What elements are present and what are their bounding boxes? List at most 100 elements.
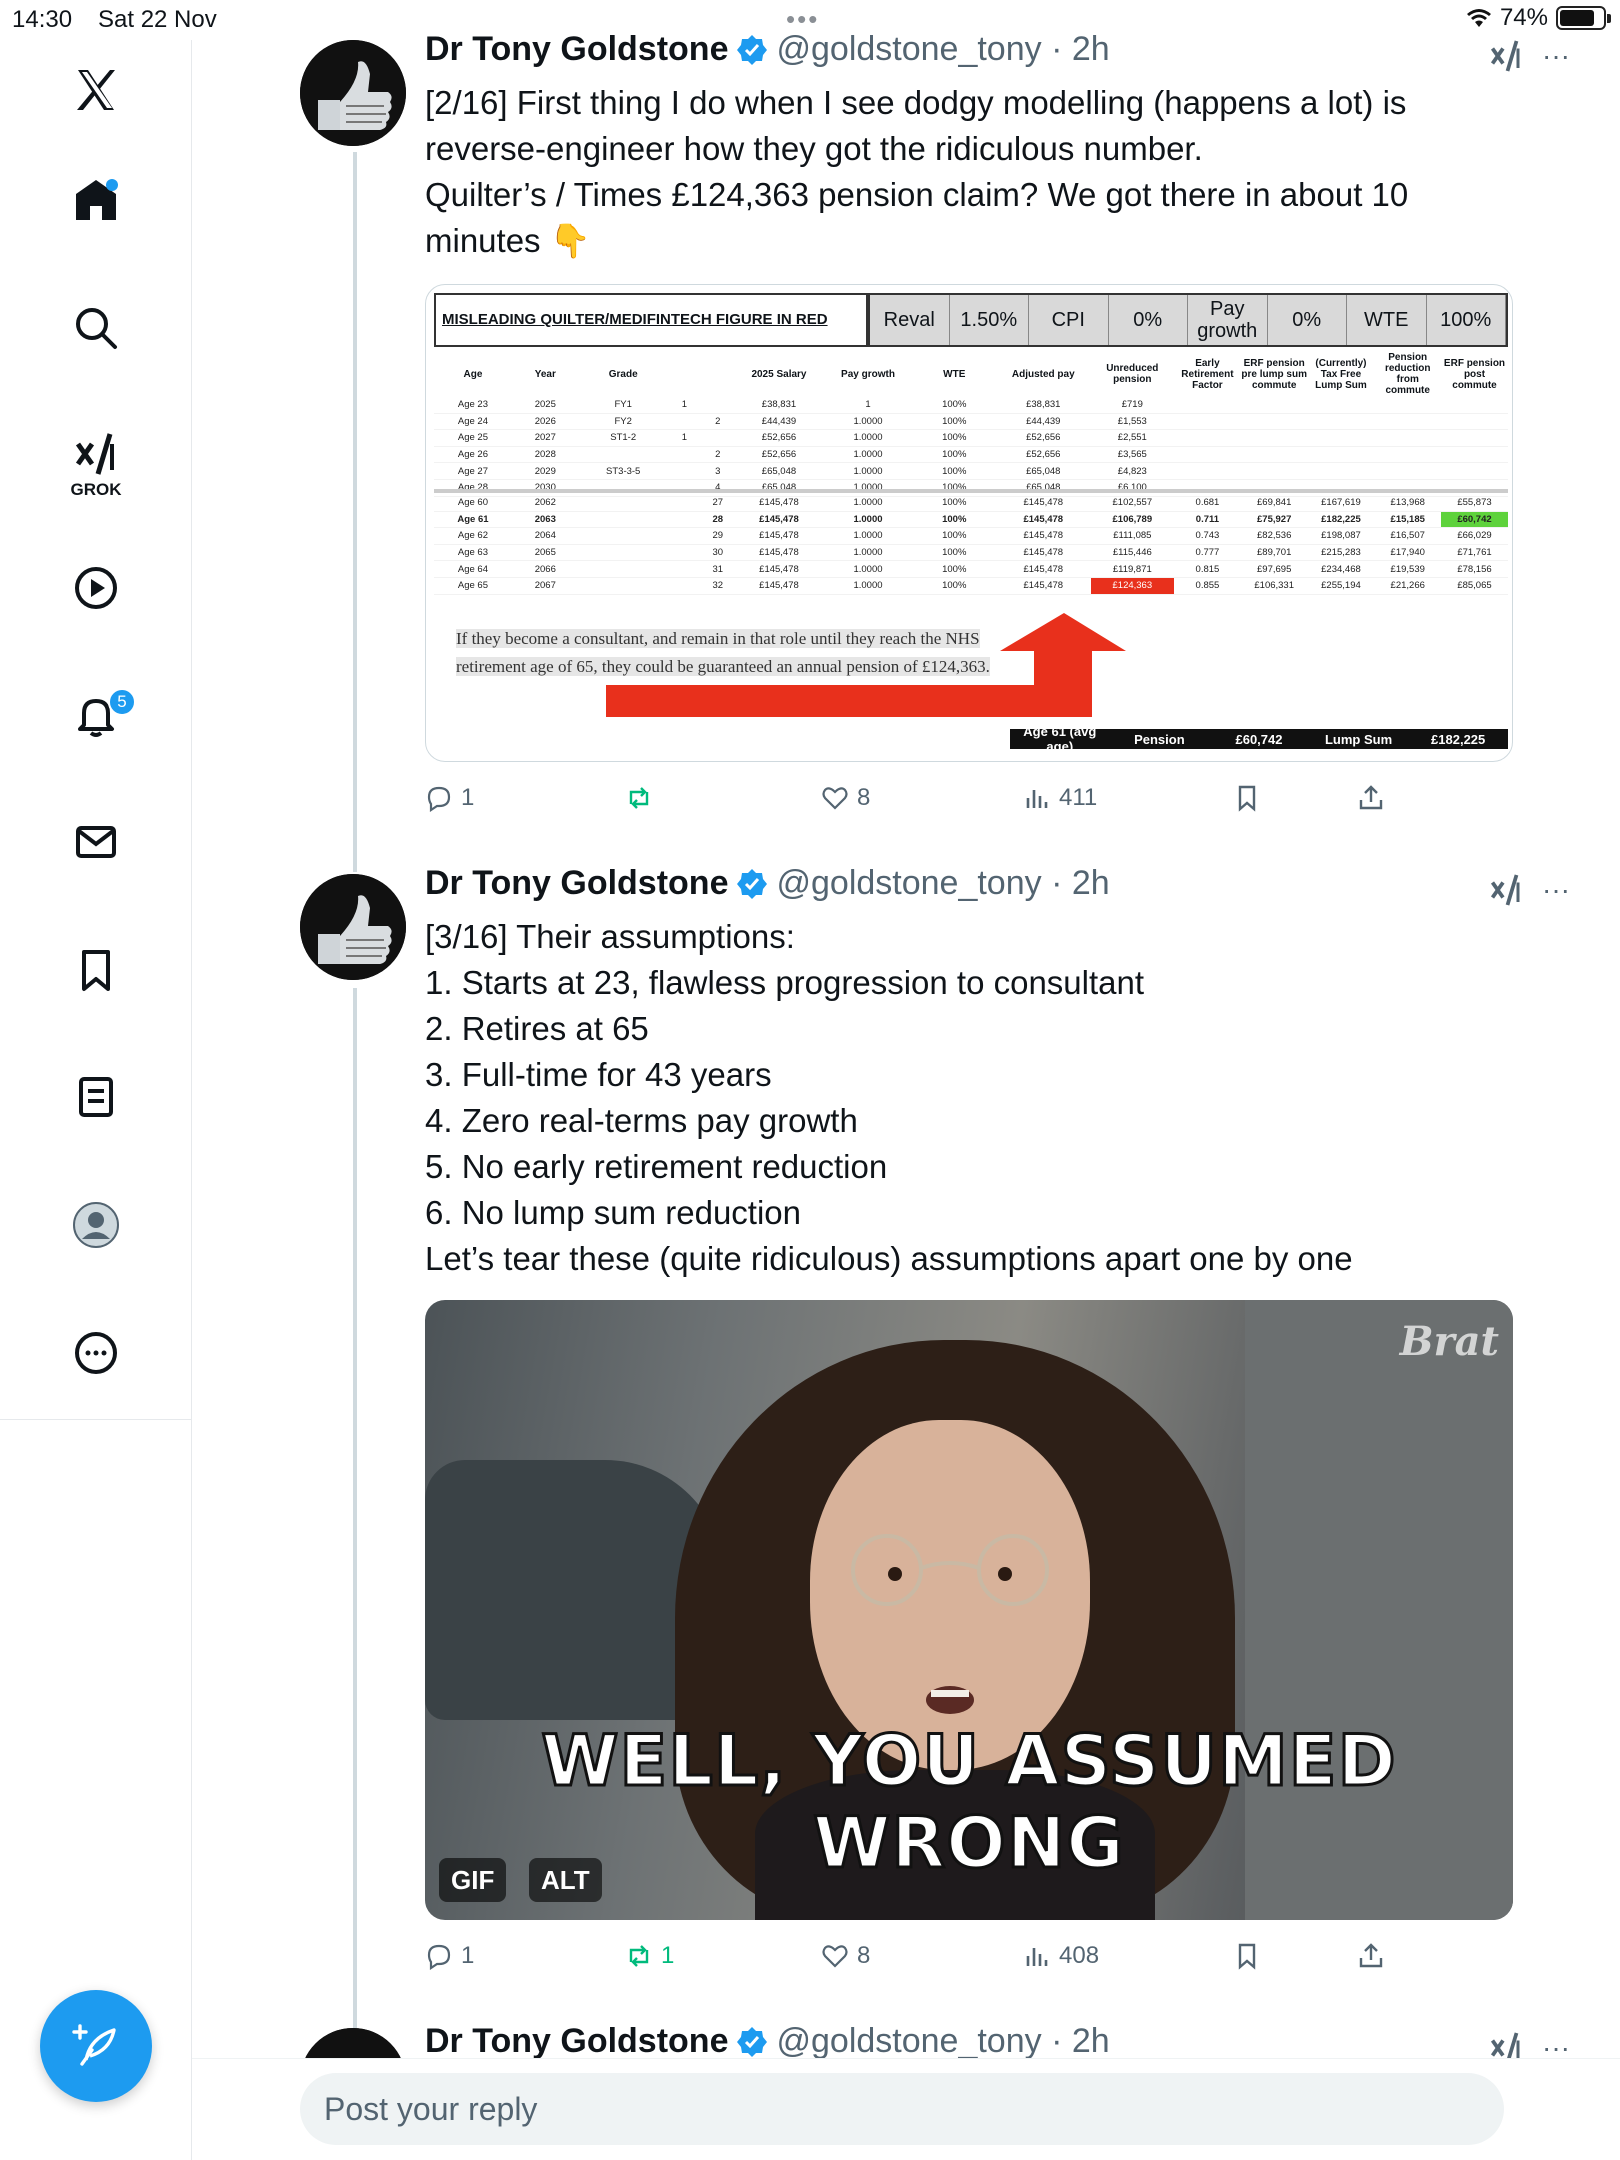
sheet-param: 1.50%: [950, 295, 1029, 345]
sheet-cell: [579, 447, 668, 463]
sheet-cell: 2029: [534, 465, 556, 477]
thread-feed: Dr Tony Goldstone @goldstone_tony · 2h ·…: [192, 30, 1620, 2160]
sheet-cell: 100%: [942, 497, 967, 509]
nav-messages[interactable]: [0, 797, 192, 887]
like-count: 8: [857, 1942, 871, 1969]
like-button[interactable]: 8: [821, 1942, 870, 1970]
nav-profile[interactable]: [0, 1180, 192, 1270]
tweet-time[interactable]: 2h: [1072, 2022, 1110, 2061]
reply-input[interactable]: [300, 2073, 1504, 2145]
grok-explain-icon[interactable]: [1488, 38, 1524, 74]
like-button[interactable]: 8: [821, 784, 870, 812]
reply-button[interactable]: 1: [425, 784, 474, 812]
bookmark-button[interactable]: [1233, 784, 1261, 812]
sheet-cell: £145,478: [1023, 530, 1064, 542]
sheet-cell: Age 62: [457, 530, 489, 542]
table-row: Age 64 2066 31 £145,478 1.0000 100% £145,478 £1…: [434, 561, 1508, 578]
nav-home[interactable]: [0, 155, 192, 245]
author-avatar[interactable]: [300, 874, 406, 980]
gif-label: GIF: [439, 1858, 507, 1902]
sheet-cell: £145,478: [759, 580, 799, 592]
compose-button[interactable]: [40, 1990, 152, 2102]
nav-bookmarks[interactable]: [0, 925, 192, 1015]
tweet-gif[interactable]: Brat WELL, YOU ASSUMED WRONG GIF ALT: [425, 1300, 1513, 1920]
table-row: Age 23 2025 FY1 1 £38,831 1 100% £38,831 £719: [434, 397, 1508, 414]
sheet-cell: [579, 495, 668, 511]
sheet-cell: £65,048: [1026, 482, 1061, 494]
author-avatar[interactable]: [300, 40, 406, 146]
grok-explain-icon[interactable]: [1488, 872, 1524, 908]
nav-grok[interactable]: GROK: [0, 420, 192, 510]
repost-button[interactable]: 1: [625, 1942, 674, 1970]
author-handle[interactable]: @goldstone_tony: [776, 864, 1041, 903]
sheet-cell: [1174, 414, 1241, 430]
views-button[interactable]: 411: [1023, 784, 1097, 812]
search-icon: [76, 308, 117, 349]
sheet-cell: 0.743: [1195, 530, 1220, 542]
sheet-cell: £52,656: [1026, 432, 1061, 444]
sheet-cell: £44,439: [1026, 415, 1061, 427]
tweet-time[interactable]: 2h: [1072, 30, 1110, 69]
sheet-cell: [1174, 397, 1241, 413]
sheet-cell: [668, 414, 701, 430]
sheet-cell: £85,065: [1457, 580, 1492, 592]
tweet-image-spreadsheet[interactable]: MISLEADING QUILTER/MEDIFINTECH FIGURE IN…: [425, 284, 1513, 762]
sheet-cell: [701, 430, 734, 446]
x-logo-icon[interactable]: [0, 45, 192, 135]
sheet-param: CPI: [1029, 295, 1109, 345]
sheet-cell: 4: [715, 482, 721, 494]
sheet-cell: WTE: [943, 368, 966, 380]
author-handle[interactable]: @goldstone_tony: [776, 2022, 1041, 2061]
share-button[interactable]: [1357, 1942, 1385, 1970]
sheet-cell: £4,823: [1117, 465, 1147, 477]
sheet-params: Reval 1.50% CPI 0% Pay growth 0% WTE 100…: [868, 293, 1508, 347]
reply-button[interactable]: 1: [425, 1942, 474, 1970]
nav-notifications[interactable]: 5: [0, 670, 192, 760]
sheet-cell: 2062: [534, 497, 556, 509]
views-button[interactable]: 408: [1023, 1942, 1099, 1970]
sheet-cell: [1374, 397, 1441, 413]
sheet-cell: [1374, 480, 1441, 496]
sheet-cell: £145,478: [759, 497, 799, 509]
sheet-cell: £145,478: [1023, 547, 1064, 559]
grok-icon: [75, 433, 114, 475]
battery-percent: 74%: [1499, 4, 1548, 31]
compose-feather-icon: [72, 2024, 116, 2066]
sheet-cell: [668, 512, 701, 528]
author-name[interactable]: Dr Tony Goldstone: [425, 2022, 728, 2061]
share-icon: [1359, 1943, 1383, 1968]
more-options-icon[interactable]: ···: [1542, 40, 1570, 72]
nav-more[interactable]: [0, 1308, 192, 1398]
tweet-time[interactable]: 2h: [1072, 864, 1110, 903]
nav-video[interactable]: [0, 543, 192, 633]
table-row: Age 61 2063 28 £145,478 1.0000 100% £145,478 £1…: [434, 511, 1508, 529]
bookmark-button[interactable]: [1233, 1942, 1261, 1970]
share-button[interactable]: [1357, 784, 1385, 812]
more-options-icon[interactable]: ···: [1542, 874, 1570, 906]
nav-lists[interactable]: [0, 1052, 192, 1142]
sheet-cell: £2,551: [1117, 432, 1147, 444]
sheet-cell: [1441, 463, 1508, 479]
sheet-cell: 2: [715, 449, 721, 461]
author-handle[interactable]: @goldstone_tony: [776, 30, 1041, 69]
sheet-cell: [1308, 480, 1375, 496]
repost-button[interactable]: [625, 784, 661, 812]
sheet-cell: Age 61: [457, 513, 489, 525]
reply-bar: [192, 2058, 1620, 2160]
sheet-cell: [1441, 414, 1508, 430]
sheet-cell: 100%: [942, 415, 967, 427]
author-name[interactable]: Dr Tony Goldstone: [425, 30, 728, 69]
sheet-cell: 100%: [942, 432, 967, 444]
alt-text-button[interactable]: ALT: [529, 1858, 602, 1902]
sheet-cell: 100%: [942, 563, 967, 575]
sheet-cell: £16,507: [1390, 530, 1425, 542]
table-row: Age 27 2029 ST3-3-5 3 £65,048 1.0000 100% £65,0…: [434, 463, 1508, 480]
author-name[interactable]: Dr Tony Goldstone: [425, 864, 728, 903]
sheet-cell: £182,225: [1321, 513, 1361, 525]
sheet-cell: £106,331: [1254, 580, 1294, 592]
nav-explore[interactable]: [0, 283, 192, 373]
sheet-cell: [701, 351, 734, 397]
sheet-cell: 1.0000: [853, 563, 883, 575]
sheet-cell: [1241, 397, 1308, 413]
sheet-cell: £44,439: [761, 415, 797, 427]
